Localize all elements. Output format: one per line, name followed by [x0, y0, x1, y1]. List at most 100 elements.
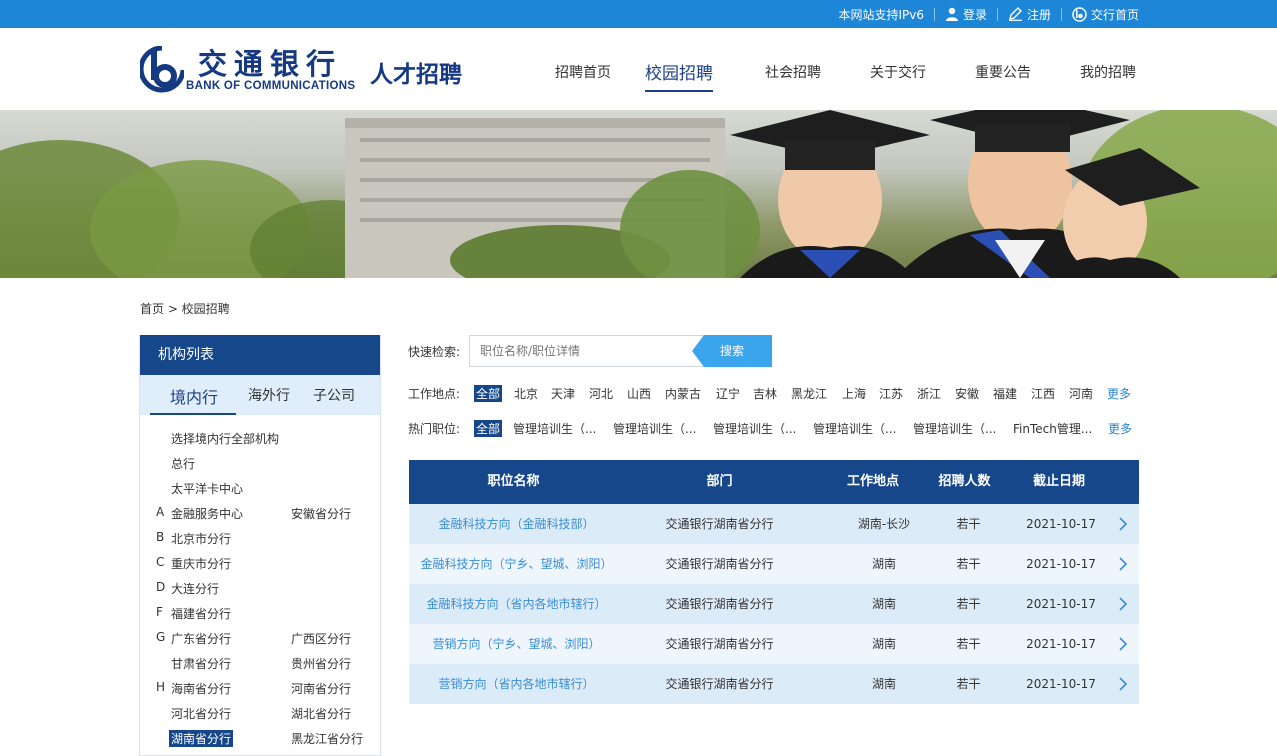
- job-headcount: 若干: [956, 517, 981, 531]
- location-option[interactable]: 河北: [589, 385, 613, 402]
- job-location: 湖南: [871, 597, 896, 611]
- job-title-link[interactable]: 金融科技方向（金融科技部）: [409, 504, 624, 544]
- table-row[interactable]: 金融科技方向（省内各地市辖行） 交通银行湖南省分行 湖南 若干 2021-10-…: [409, 584, 1139, 624]
- location-option[interactable]: 吉林: [753, 385, 777, 402]
- tab-domestic[interactable]: 境内行: [170, 384, 218, 408]
- location-option[interactable]: 黑龙江: [791, 385, 827, 402]
- location-option[interactable]: 天津: [551, 385, 575, 402]
- job-title-link[interactable]: 金融科技方向（省内各地市辖行）: [409, 584, 624, 624]
- job-title-link[interactable]: 金融科技方向（宁乡、望城、浏阳）: [409, 544, 624, 584]
- org-item[interactable]: 河北省分行: [171, 705, 231, 722]
- org-sidebar: 机构列表 境内行 海外行 子公司 选择境内行全部机构 总行 太平洋卡中心 A 金…: [139, 335, 381, 756]
- tab-active-indicator: [150, 413, 236, 415]
- bank-logo-mark: [140, 46, 184, 93]
- register-link[interactable]: 注册: [1008, 6, 1051, 23]
- org-item[interactable]: 金融服务中心: [171, 505, 243, 522]
- org-item[interactable]: 广西区分行: [291, 630, 351, 647]
- tab-subsidiary[interactable]: 子公司: [313, 385, 355, 405]
- bank-home-label: 交行首页: [1090, 7, 1139, 22]
- chevron-right-icon[interactable]: [1118, 517, 1128, 531]
- chevron-right-icon[interactable]: [1118, 637, 1128, 651]
- org-item[interactable]: 河南省分行: [291, 680, 351, 697]
- site-logo[interactable]: 交通银行 BANK OF COMMUNICATIONS 人才招聘: [140, 46, 475, 96]
- job-headcount: 若干: [956, 597, 981, 611]
- col-deadline: 截止日期: [1032, 474, 1085, 489]
- location-option[interactable]: 江苏: [879, 385, 903, 402]
- col-location: 工作地点: [846, 474, 899, 489]
- org-item[interactable]: 黑龙江省分行: [291, 730, 363, 747]
- location-filter-label: 工作地点:: [408, 387, 461, 401]
- org-item[interactable]: 总行: [171, 455, 195, 472]
- table-row[interactable]: 营销方向（省内各地市辖行） 交通银行湖南省分行 湖南 若干 2021-10-17: [409, 664, 1139, 704]
- table-row[interactable]: 金融科技方向（金融科技部） 交通银行湖南省分行 湖南-长沙 若干 2021-10…: [409, 504, 1139, 544]
- job-option[interactable]: 管理培训生（...: [713, 420, 796, 437]
- location-all[interactable]: 全部: [474, 385, 503, 402]
- location-option[interactable]: 浙江: [917, 385, 941, 402]
- job-option[interactable]: 管理培训生（...: [913, 420, 996, 437]
- job-deadline: 2021-10-17: [1026, 557, 1096, 571]
- index-letter: D: [156, 580, 166, 594]
- chevron-right-icon[interactable]: [1118, 557, 1128, 571]
- location-option[interactable]: 福建: [993, 385, 1017, 402]
- job-option[interactable]: 管理培训生（...: [613, 420, 696, 437]
- chevron-right-icon[interactable]: [1118, 677, 1128, 691]
- job-option[interactable]: 管理培训生（...: [513, 420, 596, 437]
- job-dept: 交通银行湖南省分行: [665, 597, 774, 611]
- sidebar-title: 机构列表: [140, 335, 380, 375]
- logo-chinese: 交通银行: [198, 47, 343, 81]
- org-item[interactable]: 甘肃省分行: [171, 655, 231, 672]
- org-item[interactable]: 重庆市分行: [171, 555, 231, 572]
- table-row[interactable]: 营销方向（宁乡、望城、浏阳） 交通银行湖南省分行 湖南 若干 2021-10-1…: [409, 624, 1139, 664]
- job-location: 湖南: [871, 677, 896, 691]
- org-item[interactable]: 福建省分行: [171, 605, 231, 622]
- job-option[interactable]: 管理培训生（...: [813, 420, 896, 437]
- login-link[interactable]: 登录: [945, 6, 987, 23]
- org-item-selected[interactable]: 湖南省分行: [169, 730, 234, 747]
- nav-notices[interactable]: 重要公告: [975, 62, 1031, 82]
- job-table: 职位名称 部门 工作地点 招聘人数 截止日期 金融科技方向（金融科技部） 交通银…: [409, 460, 1139, 704]
- location-option[interactable]: 安徽: [955, 385, 979, 402]
- location-option[interactable]: 河南: [1069, 385, 1093, 402]
- location-option[interactable]: 上海: [842, 385, 866, 402]
- nav-about[interactable]: 关于交行: [870, 62, 926, 82]
- pencil-icon: [1008, 7, 1022, 21]
- bank-home-link[interactable]: 交行首页: [1072, 6, 1139, 23]
- search-input[interactable]: [469, 335, 709, 367]
- location-option[interactable]: 辽宁: [716, 385, 740, 402]
- location-more-link[interactable]: 更多: [1107, 385, 1131, 402]
- job-filter-label: 热门职位:: [408, 422, 461, 436]
- job-deadline: 2021-10-17: [1026, 637, 1096, 651]
- nav-social[interactable]: 社会招聘: [765, 62, 821, 82]
- job-title-link[interactable]: 营销方向（宁乡、望城、浏阳）: [409, 624, 624, 664]
- org-item[interactable]: 大连分行: [171, 580, 219, 597]
- org-item[interactable]: 太平洋卡中心: [171, 480, 243, 497]
- logo-slogan: 人才招聘: [370, 61, 462, 88]
- job-headcount: 若干: [956, 557, 981, 571]
- tab-overseas[interactable]: 海外行: [248, 385, 290, 405]
- location-option[interactable]: 北京: [514, 385, 538, 402]
- org-item[interactable]: 湖北省分行: [291, 705, 351, 722]
- search-button[interactable]: 搜索: [692, 335, 772, 367]
- nav-my-recruit[interactable]: 我的招聘: [1080, 62, 1136, 82]
- org-item[interactable]: 贵州省分行: [291, 655, 351, 672]
- org-item[interactable]: 安徽省分行: [291, 505, 351, 522]
- location-option[interactable]: 江西: [1031, 385, 1055, 402]
- chevron-right-icon[interactable]: [1118, 597, 1128, 611]
- job-deadline: 2021-10-17: [1026, 517, 1096, 531]
- org-item[interactable]: 海南省分行: [171, 680, 231, 697]
- top-bar: 本网站支持IPv6 登录 注册 交行首页: [0, 0, 1277, 28]
- index-letter: B: [156, 530, 165, 544]
- org-item[interactable]: 北京市分行: [171, 530, 231, 547]
- location-option[interactable]: 山西: [627, 385, 651, 402]
- job-option[interactable]: FinTech管理...: [1013, 420, 1092, 437]
- nav-recruit-home[interactable]: 招聘首页: [555, 62, 611, 82]
- table-row[interactable]: 金融科技方向（宁乡、望城、浏阳） 交通银行湖南省分行 湖南 若干 2021-10…: [409, 544, 1139, 584]
- breadcrumb[interactable]: 首页 > 校园招聘: [140, 300, 230, 317]
- job-more-link[interactable]: 更多: [1108, 420, 1132, 437]
- nav-campus[interactable]: 校园招聘: [645, 59, 713, 92]
- job-title-link[interactable]: 营销方向（省内各地市辖行）: [409, 664, 624, 704]
- org-item[interactable]: 广东省分行: [171, 630, 231, 647]
- org-item[interactable]: 选择境内行全部机构: [171, 430, 279, 447]
- location-option[interactable]: 内蒙古: [665, 385, 701, 402]
- job-all[interactable]: 全部: [474, 420, 503, 437]
